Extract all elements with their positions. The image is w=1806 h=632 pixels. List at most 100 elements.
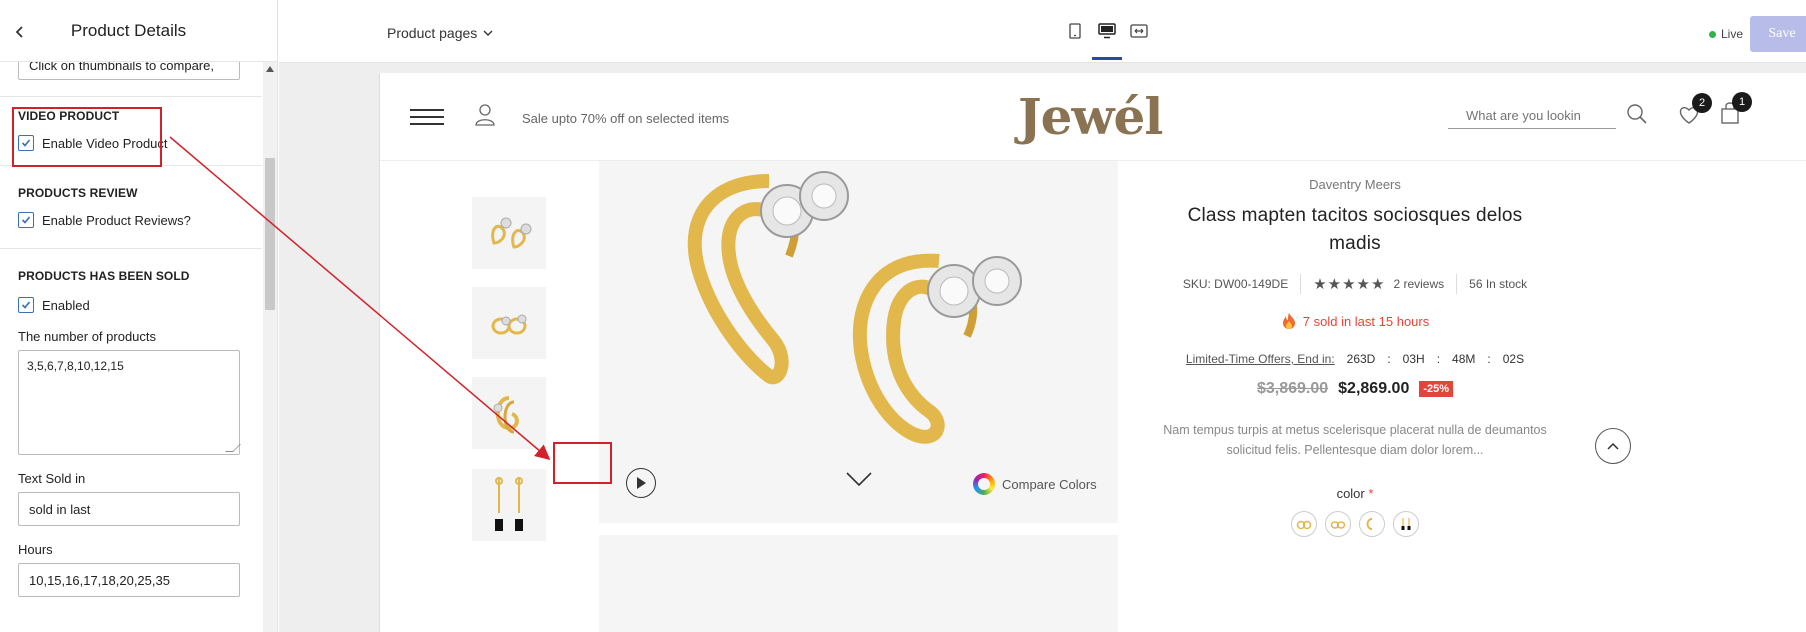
user-icon[interactable] <box>474 103 496 127</box>
textarea-value: 3,5,6,7,8,10,12,15 <box>27 359 124 373</box>
earring-thumbnail-icon <box>493 396 519 434</box>
earring-swatch-icon <box>1401 518 1411 530</box>
store-header: Sale upto 70% off on selected items Jewé… <box>380 73 1806 161</box>
hamburger-menu-icon[interactable] <box>410 109 444 125</box>
fullwidth-view-button[interactable] <box>1130 22 1148 40</box>
countdown-hours: 03H <box>1402 352 1425 366</box>
section-title: PRODUCTS HAS BEEN SOLD <box>18 269 190 283</box>
color-swatches <box>1160 511 1550 537</box>
rating-stars: ★★★★★ <box>1313 276 1386 293</box>
save-button[interactable]: Save <box>1750 16 1806 52</box>
countdown-days: 263D <box>1346 352 1376 366</box>
panel-scrollbar[interactable] <box>263 62 277 632</box>
stock-status: 56 In stock <box>1469 277 1528 291</box>
play-icon <box>637 477 646 489</box>
price-row: $3,869.00 $2,869.00 -25% <box>1160 380 1550 398</box>
chevron-down-icon[interactable] <box>845 471 873 487</box>
color-label-text: color <box>1336 486 1365 501</box>
mobile-icon <box>1069 23 1081 39</box>
sku-value: DW00-149DE <box>1214 277 1289 291</box>
desktop-icon <box>1098 23 1116 39</box>
number-products-label: The number of products <box>18 329 157 344</box>
enable-reviews-checkbox[interactable] <box>18 212 34 228</box>
store-search-input[interactable] <box>1448 108 1608 123</box>
color-swatch-1[interactable] <box>1291 511 1317 537</box>
settings-panel: Product Details VIDEO PRODUCT Enable Vid… <box>0 0 278 632</box>
enable-sold-checkbox[interactable] <box>18 297 34 313</box>
store-preview: Sale upto 70% off on selected items Jewé… <box>379 73 1806 632</box>
panel-title: Product Details <box>70 20 187 40</box>
color-wheel-icon <box>973 473 995 495</box>
preview-canvas: Sale upto 70% off on selected items Jewé… <box>279 63 1806 632</box>
cart-count-badge: 1 <box>1732 92 1752 112</box>
store-logo[interactable]: Jewél <box>1018 87 1163 146</box>
play-button-highlight <box>553 442 612 484</box>
live-status-label: Live <box>1721 27 1744 41</box>
sale-price: $2,869.00 <box>1338 380 1410 397</box>
countdown-sep: : <box>1387 352 1391 366</box>
compare-colors-button[interactable]: Compare Colors <box>973 473 1097 495</box>
check-icon <box>21 216 31 224</box>
enable-reviews-row[interactable]: Enable Product Reviews? <box>18 212 244 228</box>
checkbox-label: Enabled <box>42 297 90 313</box>
product-vendor[interactable]: Daventry Meers <box>1160 177 1550 192</box>
checkbox-label: Enable Product Reviews? <box>42 212 191 228</box>
product-second-image[interactable] <box>599 535 1118 632</box>
sold-text: 7 sold in last 15 hours <box>1302 313 1430 329</box>
store-search[interactable] <box>1448 103 1616 129</box>
product-main-image[interactable]: Compare Colors <box>599 161 1118 523</box>
page-select-label: Product pages <box>387 25 478 41</box>
mobile-view-button[interactable] <box>1066 22 1084 40</box>
product-title: Class mapten tacitos sociosques delos ma… <box>1187 205 1523 254</box>
color-swatch-3[interactable] <box>1359 511 1385 537</box>
fire-icon <box>1282 313 1295 329</box>
earring-swatch-icon <box>1296 520 1312 530</box>
divider <box>1456 274 1458 294</box>
back-button[interactable] <box>10 22 30 42</box>
compare-colors-label: Compare Colors <box>1002 476 1097 492</box>
earring-thumbnail-icon <box>491 314 527 335</box>
section-title: PRODUCTS REVIEW <box>18 186 138 200</box>
hours-label: Hours <box>18 542 53 557</box>
product-thumbnail-1[interactable] <box>472 197 546 269</box>
countdown-sep: : <box>1487 352 1491 366</box>
scroll-thumb[interactable] <box>265 158 275 310</box>
enable-sold-row[interactable]: Enabled <box>18 297 244 313</box>
countdown-minutes: 48M <box>1452 352 1476 366</box>
countdown-seconds: 02S <box>1502 352 1525 366</box>
page-type-select[interactable]: Product pages <box>387 25 493 41</box>
offer-countdown: Limited-Time Offers, End in: 263D : 03H … <box>1160 352 1550 366</box>
earring-swatch-icon <box>1366 518 1373 530</box>
play-video-button[interactable] <box>626 468 656 498</box>
products-sold-section: PRODUCTS HAS BEEN SOLD Enabled The numbe… <box>0 248 262 597</box>
number-products-textarea[interactable]: 3,5,6,7,8,10,12,15 <box>18 350 241 455</box>
hours-input[interactable] <box>18 563 240 597</box>
color-swatch-4[interactable] <box>1393 511 1419 537</box>
compare-text-input[interactable] <box>18 62 240 80</box>
color-option-label: color * <box>1160 486 1550 501</box>
expand-width-icon <box>1130 24 1148 38</box>
panel-header: Product Details <box>0 0 277 62</box>
search-icon[interactable] <box>1626 103 1648 125</box>
reviews-link[interactable]: 2 reviews <box>1393 277 1444 291</box>
desktop-view-button[interactable] <box>1092 22 1122 60</box>
video-product-highlight <box>12 107 162 167</box>
editor-topbar: Product pages Live Save <box>279 0 1806 63</box>
scroll-to-top-button[interactable] <box>1595 428 1631 464</box>
live-dot-icon <box>1709 30 1716 38</box>
sku-label: SKU: <box>1182 277 1211 291</box>
required-mark: * <box>1368 486 1374 501</box>
sold-counter: 7 sold in last 15 hours <box>1160 312 1550 330</box>
text-sold-label: Text Sold in <box>18 471 86 486</box>
product-thumbnail-3[interactable] <box>472 377 546 449</box>
resize-grip[interactable] <box>225 444 241 452</box>
chevron-up-icon <box>1607 442 1619 450</box>
product-thumbnail-4[interactable] <box>472 469 546 541</box>
color-swatch-2[interactable] <box>1325 511 1351 537</box>
product-thumbnail-2[interactable] <box>472 287 546 359</box>
chevron-down-icon <box>483 30 493 36</box>
scroll-up-arrow-icon[interactable] <box>266 66 274 72</box>
text-sold-input[interactable] <box>18 492 240 526</box>
countdown-label: Limited-Time Offers, End in: <box>1185 352 1335 366</box>
earring-thumbnail-icon <box>495 477 523 531</box>
